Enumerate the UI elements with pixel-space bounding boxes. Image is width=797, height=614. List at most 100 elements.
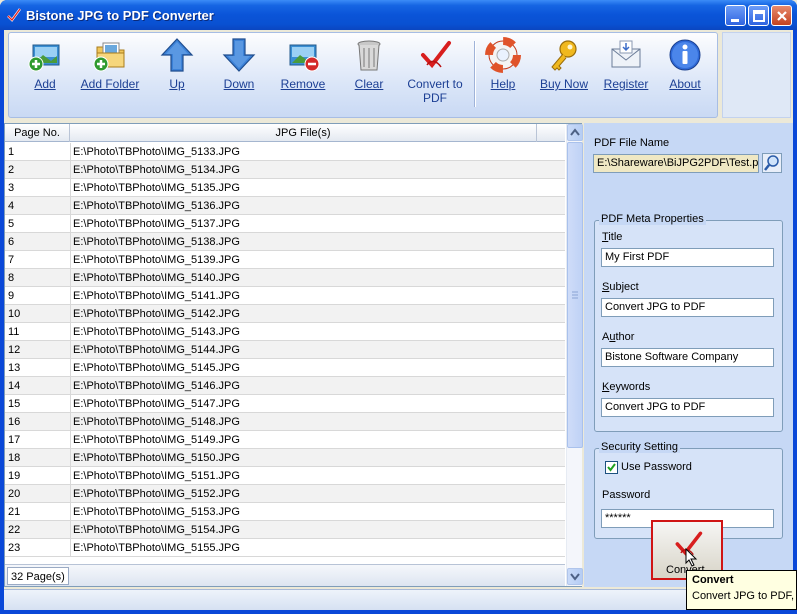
register-button-label: Register bbox=[603, 77, 649, 91]
grip-icon bbox=[572, 291, 578, 299]
register-button[interactable]: Register bbox=[597, 37, 655, 107]
pdf-file-name-input[interactable]: E:\Shareware\BiJPG2PDF\Test.pdf bbox=[593, 154, 759, 173]
lifebuoy-icon bbox=[485, 37, 521, 73]
clear-button[interactable]: Clear bbox=[341, 37, 397, 107]
close-button[interactable] bbox=[771, 5, 792, 26]
scroll-thumb[interactable] bbox=[567, 142, 583, 448]
grid-header: Page No. JPG File(s) bbox=[5, 124, 565, 142]
info-icon bbox=[669, 39, 701, 71]
table-row[interactable]: 12 E:\Photo\TBPhoto\IMG_5144.JPG bbox=[5, 341, 565, 359]
file-path-cell: E:\Photo\TBPhoto\IMG_5141.JPG bbox=[70, 287, 540, 305]
page-number-cell: 19 bbox=[8, 470, 21, 482]
remove-button[interactable]: Remove bbox=[273, 37, 333, 107]
title-bar[interactable]: Bistone JPG to PDF Converter bbox=[0, 0, 797, 30]
maximize-icon bbox=[753, 10, 765, 22]
page-number-cell: 7 bbox=[8, 254, 15, 266]
arrow-up-icon bbox=[160, 38, 194, 72]
file-path-cell: E:\Photo\TBPhoto\IMG_5154.JPG bbox=[70, 521, 540, 539]
grid-vertical-scrollbar[interactable] bbox=[566, 124, 583, 586]
keywords-input[interactable]: Convert JPG to PDF bbox=[601, 398, 774, 417]
table-row[interactable]: 9 E:\Photo\TBPhoto\IMG_5141.JPG bbox=[5, 287, 565, 305]
page-count-label: 32 Page(s) bbox=[7, 567, 69, 585]
up-button[interactable]: Up bbox=[149, 37, 205, 107]
table-row[interactable]: 23 E:\Photo\TBPhoto\IMG_5155.JPG bbox=[5, 539, 565, 557]
chevron-down-icon bbox=[570, 573, 580, 581]
file-path-cell: E:\Photo\TBPhoto\IMG_5137.JPG bbox=[70, 215, 540, 233]
file-path-cell: E:\Photo\TBPhoto\IMG_5152.JPG bbox=[70, 485, 540, 503]
table-row[interactable]: 22 E:\Photo\TBPhoto\IMG_5154.JPG bbox=[5, 521, 565, 539]
table-row[interactable]: 10 E:\Photo\TBPhoto\IMG_5142.JPG bbox=[5, 305, 565, 323]
table-row[interactable]: 5 E:\Photo\TBPhoto\IMG_5137.JPG bbox=[5, 215, 565, 233]
table-row[interactable]: 20 E:\Photo\TBPhoto\IMG_5152.JPG bbox=[5, 485, 565, 503]
table-row[interactable]: 21 E:\Photo\TBPhoto\IMG_5153.JPG bbox=[5, 503, 565, 521]
page-number-cell: 22 bbox=[8, 524, 21, 536]
table-row[interactable]: 19 E:\Photo\TBPhoto\IMG_5151.JPG bbox=[5, 467, 565, 485]
minimize-button[interactable] bbox=[725, 5, 746, 26]
page-number-cell: 23 bbox=[8, 542, 21, 554]
about-button[interactable]: About bbox=[657, 37, 713, 107]
down-button[interactable]: Down bbox=[211, 37, 267, 107]
table-row[interactable]: 6 E:\Photo\TBPhoto\IMG_5138.JPG bbox=[5, 233, 565, 251]
page-number-cell: 8 bbox=[8, 272, 15, 284]
page-number-cell: 16 bbox=[8, 416, 21, 428]
use-password-label[interactable]: Use Password bbox=[621, 461, 692, 473]
file-path-cell: E:\Photo\TBPhoto\IMG_5145.JPG bbox=[70, 359, 540, 377]
file-path-cell: E:\Photo\TBPhoto\IMG_5138.JPG bbox=[70, 233, 540, 251]
table-row[interactable]: 3 E:\Photo\TBPhoto\IMG_5135.JPG bbox=[5, 179, 565, 197]
title-label: Title bbox=[602, 231, 623, 243]
page-number-cell: 2 bbox=[8, 164, 15, 176]
subject-label: Subject bbox=[602, 281, 639, 293]
about-button-label: About bbox=[669, 77, 701, 91]
page-number-cell: 13 bbox=[8, 362, 21, 374]
author-input[interactable]: Bistone Software Company bbox=[601, 348, 774, 367]
file-path-cell: E:\Photo\TBPhoto\IMG_5151.JPG bbox=[70, 467, 540, 485]
status-bar bbox=[4, 589, 793, 610]
table-row[interactable]: 14 E:\Photo\TBPhoto\IMG_5146.JPG bbox=[5, 377, 565, 395]
table-row[interactable]: 1 E:\Photo\TBPhoto\IMG_5133.JPG bbox=[5, 143, 565, 161]
pdf-meta-properties-group: PDF Meta Properties Title My First PDF S… bbox=[594, 213, 783, 432]
arrow-down-icon bbox=[222, 38, 256, 72]
title-input[interactable]: My First PDF bbox=[601, 248, 774, 267]
scroll-up-button[interactable] bbox=[567, 124, 583, 141]
add-button[interactable]: Add bbox=[17, 37, 73, 107]
file-path-cell: E:\Photo\TBPhoto\IMG_5139.JPG bbox=[70, 251, 540, 269]
use-password-checkbox[interactable] bbox=[605, 461, 618, 474]
table-row[interactable]: 11 E:\Photo\TBPhoto\IMG_5143.JPG bbox=[5, 323, 565, 341]
file-grid[interactable]: Page No. JPG File(s) 1 E:\Photo\TBPhoto\I… bbox=[4, 123, 583, 587]
subject-input[interactable]: Convert JPG to PDF bbox=[601, 298, 774, 317]
grid-footer: 32 Page(s) bbox=[5, 564, 565, 586]
scroll-down-button[interactable] bbox=[567, 568, 583, 585]
checkmark-icon bbox=[607, 463, 616, 472]
convert-to-pdf-label: Convert to PDF bbox=[407, 77, 463, 105]
tooltip-text: Convert JPG to PDF, p bbox=[692, 590, 797, 602]
key-icon bbox=[551, 40, 577, 71]
table-row[interactable]: 2 E:\Photo\TBPhoto\IMG_5134.JPG bbox=[5, 161, 565, 179]
page-number-cell: 11 bbox=[8, 326, 20, 338]
table-row[interactable]: 15 E:\Photo\TBPhoto\IMG_5147.JPG bbox=[5, 395, 565, 413]
table-row[interactable]: 7 E:\Photo\TBPhoto\IMG_5139.JPG bbox=[5, 251, 565, 269]
minimize-icon bbox=[731, 19, 739, 22]
file-path-cell: E:\Photo\TBPhoto\IMG_5133.JPG bbox=[70, 143, 540, 161]
page-number-cell: 3 bbox=[8, 182, 15, 194]
help-button[interactable]: Help bbox=[475, 37, 531, 107]
add-folder-button[interactable]: Add Folder bbox=[79, 37, 141, 107]
file-path-cell: E:\Photo\TBPhoto\IMG_5140.JPG bbox=[70, 269, 540, 287]
magnifier-icon bbox=[764, 155, 779, 171]
browse-button[interactable] bbox=[762, 153, 782, 173]
maximize-button[interactable] bbox=[748, 5, 769, 26]
table-row[interactable]: 18 E:\Photo\TBPhoto\IMG_5150.JPG bbox=[5, 449, 565, 467]
buy-now-button[interactable]: Buy Now bbox=[535, 37, 593, 107]
column-header-page-no[interactable]: Page No. bbox=[5, 124, 70, 142]
column-header-jpg-files[interactable]: JPG File(s) bbox=[70, 124, 537, 142]
table-row[interactable]: 13 E:\Photo\TBPhoto\IMG_5145.JPG bbox=[5, 359, 565, 377]
table-row[interactable]: 17 E:\Photo\TBPhoto\IMG_5149.JPG bbox=[5, 431, 565, 449]
page-number-cell: 6 bbox=[8, 236, 15, 248]
table-row[interactable]: 16 E:\Photo\TBPhoto\IMG_5148.JPG bbox=[5, 413, 565, 431]
file-path-cell: E:\Photo\TBPhoto\IMG_5150.JPG bbox=[70, 449, 540, 467]
add-button-label: Add bbox=[34, 77, 56, 91]
convert-to-pdf-button[interactable]: Convert to PDF bbox=[403, 37, 467, 107]
table-row[interactable]: 4 E:\Photo\TBPhoto\IMG_5136.JPG bbox=[5, 197, 565, 215]
tooltip-title: Convert bbox=[692, 574, 734, 586]
table-row[interactable]: 8 E:\Photo\TBPhoto\IMG_5140.JPG bbox=[5, 269, 565, 287]
close-icon bbox=[777, 11, 787, 21]
